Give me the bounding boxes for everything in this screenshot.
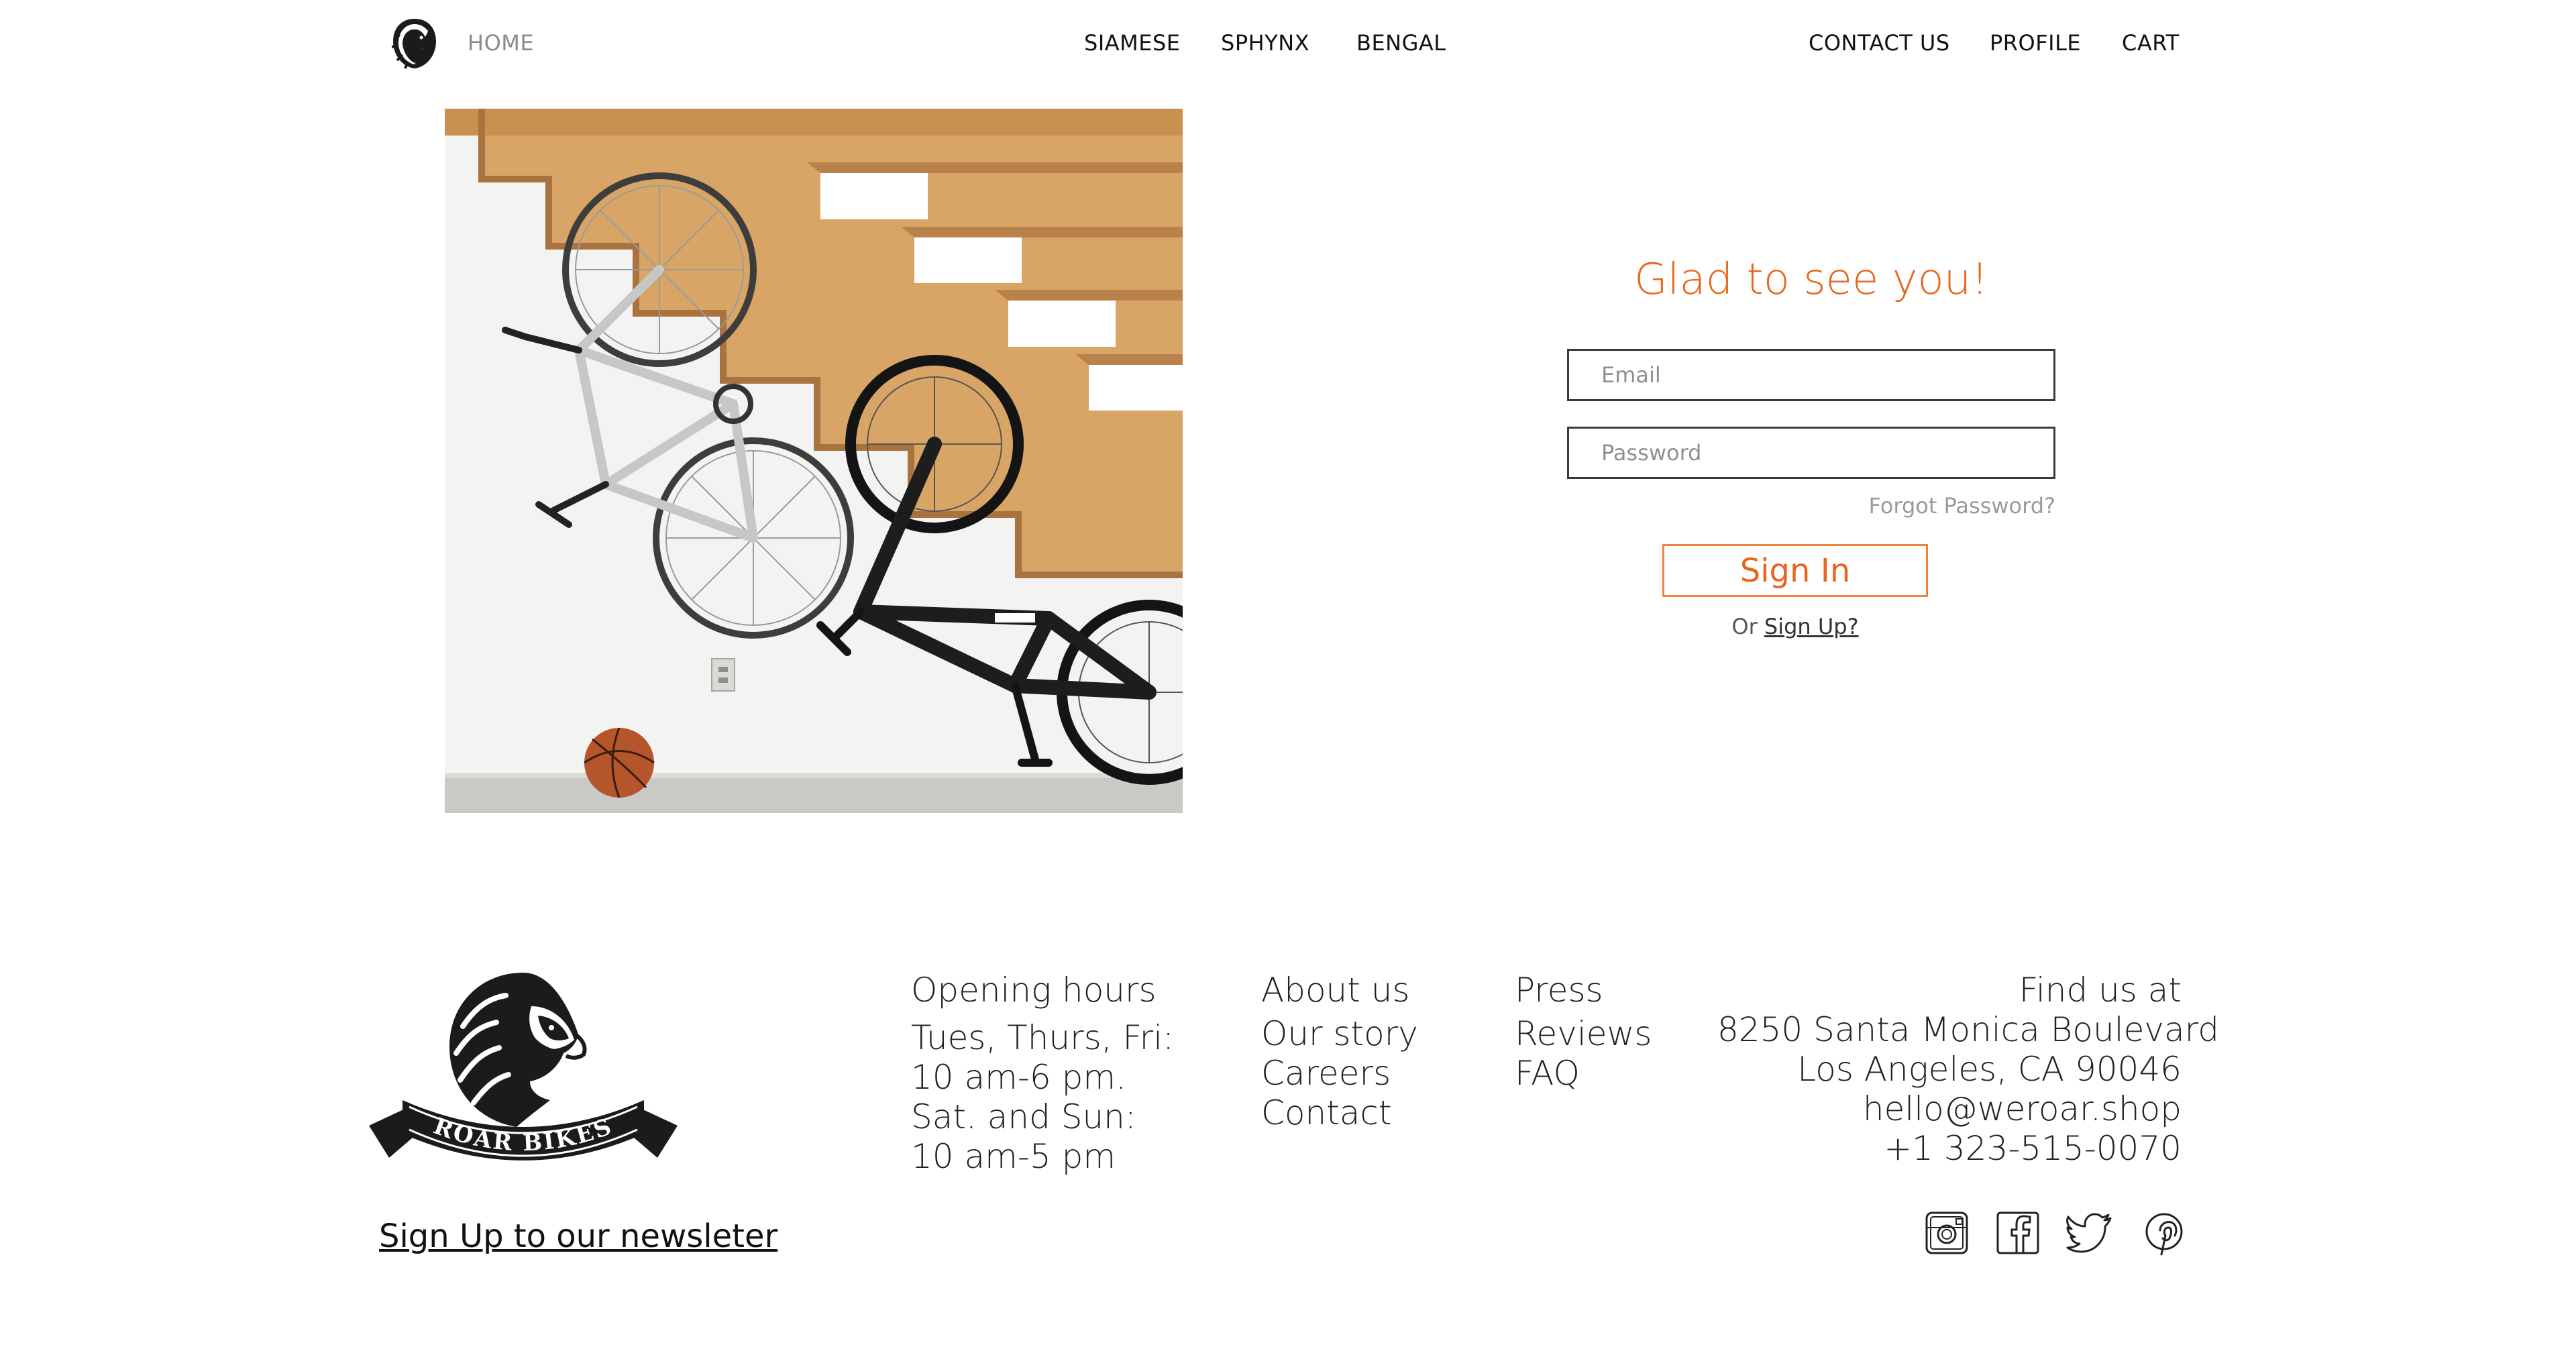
sign-up-row: Or Sign Up? (1662, 612, 1928, 641)
forgot-password-link[interactable]: Forgot Password? (1811, 491, 2056, 521)
pinterest-icon[interactable] (2140, 1209, 2188, 1257)
sign-up-link[interactable]: Sign Up? (1764, 614, 1859, 639)
footer-link-careers[interactable]: Careers (1261, 1054, 1418, 1093)
site-header: HOME SIAMESE SPHYNX BENGAL CONTACT US PR… (0, 0, 2576, 87)
facebook-icon[interactable] (1994, 1209, 2042, 1257)
nav-home[interactable]: HOME (468, 30, 534, 56)
newsletter-signup-link[interactable]: Sign Up to our newsleter (379, 1215, 777, 1257)
instagram-icon[interactable] (1923, 1209, 1971, 1257)
footer-link-our-story[interactable]: Our story (1261, 1014, 1418, 1054)
or-label: Or (1731, 614, 1758, 639)
lion-logo-icon[interactable] (388, 16, 441, 71)
footer-link-contact[interactable]: Contact (1261, 1093, 1418, 1133)
find-us-heading: Find us at (2019, 971, 2182, 1010)
footer-link-faq[interactable]: FAQ (1515, 1054, 1652, 1093)
footer-link-press[interactable]: Press (1515, 970, 1652, 1010)
address-street: 8250 Santa Monica Boulevard (1717, 1010, 2219, 1049)
press-column: Press Reviews FAQ (1515, 970, 1652, 1093)
phone-number: +1 323-515-0070 (1884, 1129, 2182, 1168)
nav-profile[interactable]: PROFILE (1990, 30, 2081, 56)
hero-photo-bikes-under-stairs (445, 109, 1183, 813)
login-title: Glad to see you! (1634, 255, 1988, 305)
nav-siamese[interactable]: SIAMESE (1084, 30, 1181, 56)
nav-cart[interactable]: CART (2122, 30, 2180, 56)
twitter-icon[interactable] (2066, 1209, 2114, 1257)
about-us-heading: About us (1261, 971, 1410, 1010)
opening-hours-column: Opening hours Tues, Thurs, Fri: 10 am-6 … (911, 970, 1174, 1177)
email-link[interactable]: hello@weroar.shop (1717, 1089, 2182, 1129)
nav-contact-us[interactable]: CONTACT US (1809, 30, 1950, 56)
opening-hours-heading: Opening hours (911, 971, 1157, 1010)
hours-line: 10 am-5 pm (911, 1137, 1116, 1176)
password-field[interactable] (1567, 427, 2055, 479)
hours-line: 10 am-6 pm. (911, 1058, 1126, 1097)
hours-line: Sat. and Sun: (911, 1097, 1136, 1136)
nav-bengal[interactable]: BENGAL (1356, 30, 1446, 56)
footer-link-reviews[interactable]: Reviews (1515, 1014, 1652, 1054)
hours-line: Tues, Thurs, Fri: (911, 1018, 1174, 1057)
about-us-column: About us Our story Careers Contact (1261, 970, 1418, 1133)
email-field[interactable] (1567, 349, 2055, 401)
find-us-column: Find us at 8250 Santa Monica Boulevard L… (1717, 970, 2219, 1169)
roar-bikes-logo: ROAR BIKES (362, 966, 684, 1181)
address-city: Los Angeles, CA 90046 (1797, 1050, 2182, 1089)
sign-in-button[interactable]: Sign In (1662, 544, 1928, 597)
nav-sphynx[interactable]: SPHYNX (1221, 30, 1309, 56)
